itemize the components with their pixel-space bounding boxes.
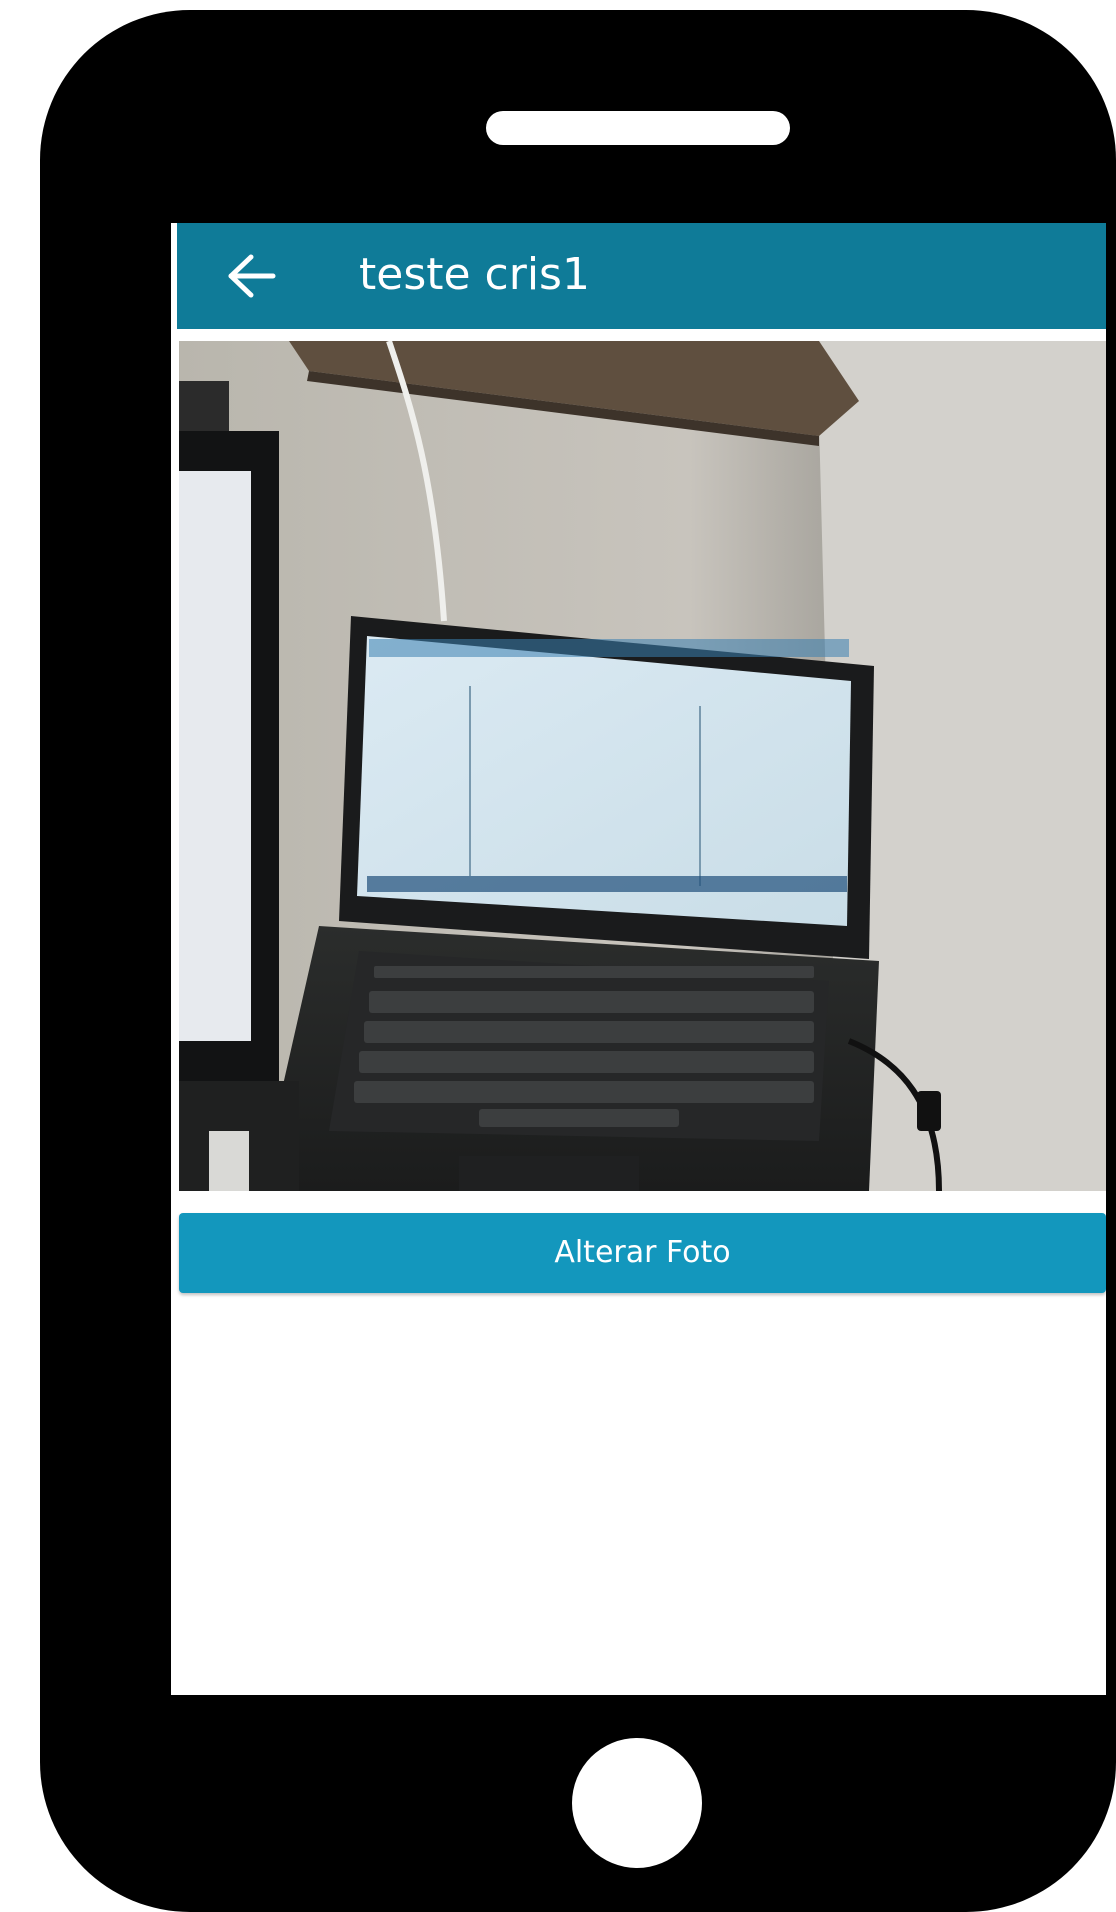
photo-preview: [179, 341, 1106, 1191]
page-title: teste cris1: [359, 249, 590, 300]
app-screen: teste cris1 Alterar Foto: [171, 223, 1106, 1695]
phone-frame: teste cris1 Alterar Foto: [40, 10, 1116, 1912]
phone-speaker: [486, 111, 790, 145]
change-photo-button[interactable]: Alterar Foto: [179, 1213, 1106, 1293]
home-button[interactable]: [572, 1738, 702, 1868]
app-bar: teste cris1: [177, 223, 1106, 329]
arrow-left-icon[interactable]: [227, 253, 277, 299]
